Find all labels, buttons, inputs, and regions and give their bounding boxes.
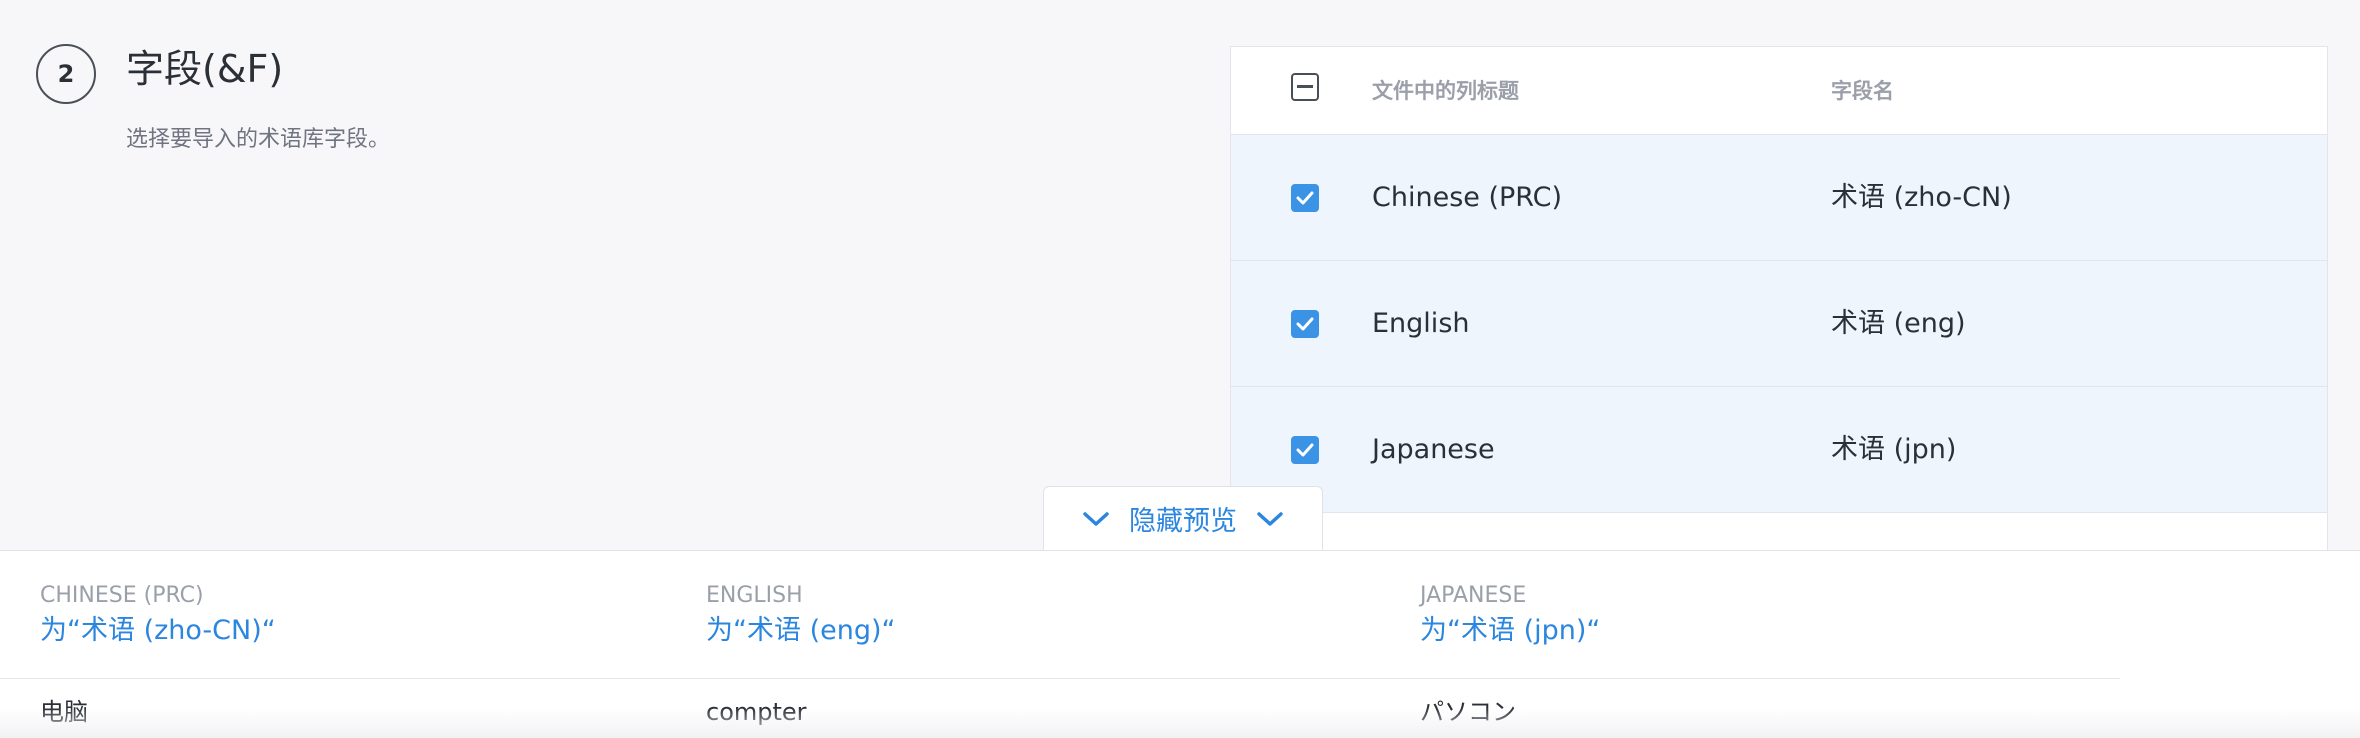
row-checkbox[interactable] [1291, 436, 1319, 464]
preview-panel: CHINESE (PRC) 为“术语 (zho-CN)“ 电脑 ENGLISH … [0, 550, 2360, 738]
step-description: 选择要导入的术语库字段。 [126, 127, 391, 152]
preview-cell: パソコン [1420, 698, 1516, 726]
preview-column-name: ENGLISH [706, 583, 803, 608]
preview-column-name: CHINESE (PRC) [40, 583, 204, 608]
field-name-header[interactable]: 字段名 [1831, 76, 1894, 106]
row-field-name[interactable]: 术语 (jpn) [1831, 432, 1956, 468]
step-title: 字段(&F) [126, 47, 284, 91]
step-number-badge: 2 [36, 44, 96, 104]
import-fields-page: 2 字段(&F) 选择要导入的术语库字段。 文件中的列标题 字段名 Chines… [0, 0, 2360, 738]
row-column-title: Japanese [1372, 434, 1495, 465]
check-icon [1296, 317, 1314, 331]
row-checkbox[interactable] [1291, 310, 1319, 338]
hide-preview-button[interactable]: 隐藏预览 [1043, 486, 1323, 550]
row-column-title: Chinese (PRC) [1372, 182, 1563, 213]
row-field-name[interactable]: 术语 (zho-CN) [1831, 180, 2012, 216]
row-field-name[interactable]: 术语 (eng) [1831, 306, 1966, 342]
table-row[interactable]: Chinese (PRC) 术语 (zho-CN) [1231, 135, 2327, 261]
select-all-checkbox[interactable] [1291, 73, 1319, 101]
field-table-header: 文件中的列标题 字段名 [1231, 47, 2327, 135]
preview-header-row [0, 551, 2120, 679]
step-number: 2 [57, 60, 75, 88]
preview-column-mapping-link[interactable]: 为“术语 (zho-CN)“ [40, 613, 276, 649]
preview-fade-overlay [0, 708, 2360, 738]
column-title-header[interactable]: 文件中的列标题 [1372, 76, 1519, 106]
preview-cell: compter [706, 698, 807, 726]
chevron-down-icon [1257, 511, 1283, 526]
check-icon [1296, 443, 1314, 457]
preview-column-mapping-link[interactable]: 为“术语 (jpn)“ [1420, 613, 1600, 649]
table-row[interactable]: English 术语 (eng) [1231, 261, 2327, 387]
field-mapping-table: 文件中的列标题 字段名 Chinese (PRC) 术语 (zho-CN) En… [1230, 46, 2328, 566]
row-column-title: English [1372, 308, 1470, 339]
preview-column-name: JAPANESE [1420, 583, 1527, 608]
hide-preview-label: 隐藏预览 [1129, 506, 1237, 537]
indeterminate-icon [1297, 85, 1313, 88]
check-icon [1296, 191, 1314, 205]
row-checkbox[interactable] [1291, 184, 1319, 212]
table-row[interactable]: Japanese 术语 (jpn) [1231, 387, 2327, 513]
preview-cell: 电脑 [40, 698, 88, 726]
chevron-down-icon [1083, 511, 1109, 526]
preview-column-mapping-link[interactable]: 为“术语 (eng)“ [706, 613, 896, 649]
